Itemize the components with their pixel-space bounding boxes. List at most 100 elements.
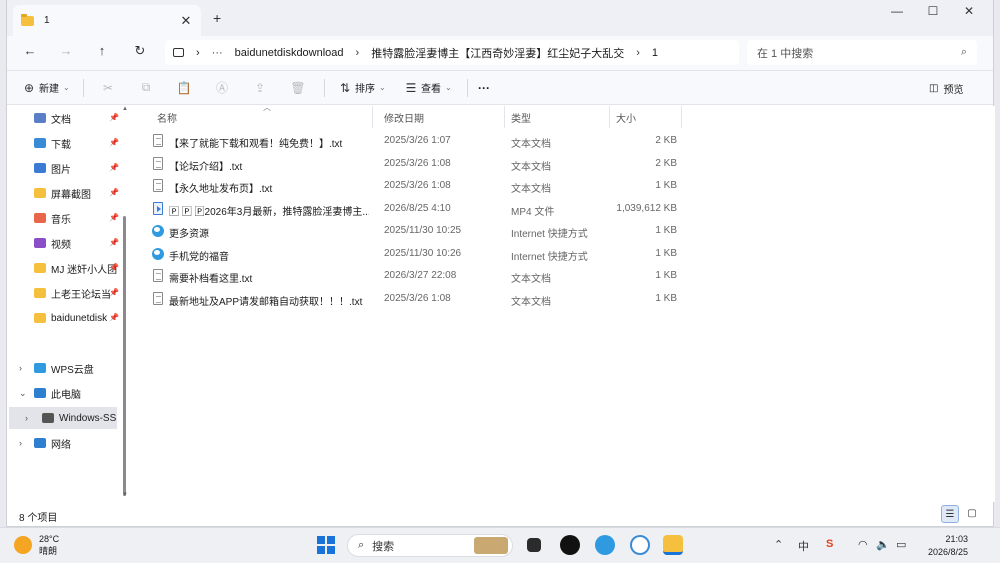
share-icon[interactable]: ⇪ [250, 81, 270, 95]
scroll-down-icon[interactable]: ▼ [122, 492, 128, 498]
sidebar-item[interactable]: 视频 📌 [7, 232, 119, 254]
chevron-down-icon: ⌄ [379, 83, 386, 92]
volume-icon[interactable]: 🔈 [876, 538, 890, 551]
cut-icon[interactable]: ✂ [98, 81, 118, 95]
app-icon[interactable] [527, 538, 541, 552]
delete-icon[interactable]: 🗑 [288, 81, 308, 95]
column-header-name[interactable]: 名称 [151, 106, 373, 128]
tab-1[interactable]: 1 ✕ [13, 5, 201, 36]
copy-icon[interactable]: ⧉ [136, 80, 156, 95]
tiles-view-button[interactable]: ▢ [963, 505, 981, 523]
file-type: 文本文档 [511, 161, 551, 173]
rename-icon[interactable]: Ⓐ [212, 79, 232, 96]
taskbar-search[interactable]: ⌕ 搜索 [347, 534, 513, 557]
scrollbar-thumb[interactable] [123, 216, 126, 496]
scroll-up-icon[interactable]: ▲ [122, 106, 128, 112]
file-type: 文本文档 [511, 184, 551, 195]
tray-chevron-up-icon[interactable]: ⌃ [774, 538, 783, 551]
search-input[interactable]: 在 1 中搜索 [757, 45, 961, 61]
file-row[interactable]: 最新地址及APP请发邮箱自动获取！！！.txt 2025/3/26 1:08 文本文… [145, 288, 705, 310]
file-type: 文本文档 [511, 139, 551, 150]
title-bar: 1 ✕ + — ☐ ✕ [7, 0, 993, 36]
forward-button[interactable]: → [57, 43, 75, 58]
column-header-type[interactable]: 类型 [505, 106, 610, 128]
sidebar-item[interactable]: 文档 📌 [7, 107, 119, 129]
sort-button[interactable]: ⇅ 排序 ⌄ [335, 80, 397, 96]
weather-widget[interactable]: 28°C 晴朗 [14, 533, 59, 557]
file-date: 2025/3/26 1:08 [384, 180, 451, 191]
breadcrumb-chevron-icon: › [636, 46, 640, 59]
tree-chevron-icon[interactable]: › [25, 413, 28, 423]
pin-icon: 📌 [109, 113, 119, 122]
sidebar-tree-item[interactable]: ⌄ 此电脑 [7, 382, 119, 404]
file-row[interactable]: 【论坛介绍】.txt 2025/3/26 1:08 文本文档 2 KB [145, 153, 705, 175]
network-icon [34, 438, 46, 448]
start-button[interactable] [316, 535, 336, 555]
search-icon: ⌕ [960, 46, 967, 58]
sidebar-item[interactable]: baidunetdisk 📌 [7, 307, 119, 329]
sidebar-tree-label: 网络 [51, 439, 71, 451]
more-options-button[interactable]: ··· [478, 81, 490, 95]
folder-icon [34, 188, 46, 198]
clock[interactable]: 21:03 2026/8/25 [920, 533, 968, 559]
back-button[interactable]: ← [21, 43, 39, 58]
ime-indicator[interactable]: 中 [798, 538, 809, 554]
wifi-icon[interactable]: ◠ [858, 538, 868, 551]
file-row[interactable]: 【来了就能下载和观看！纯免费！】.txt 2025/3/26 1:07 文本文档 2 … [145, 130, 705, 152]
file-row[interactable]: 更多资源 2025/11/30 10:25 Internet 快捷方式 1 KB [145, 220, 705, 242]
sidebar-item-label: MJ 迷奸小人团 [51, 264, 118, 276]
sidebar-tree-item[interactable]: › 网络 [7, 432, 119, 454]
sidebar-tree-item[interactable]: › Windows-SSD [9, 407, 117, 429]
search-box[interactable]: 在 1 中搜索 ⌕ [747, 40, 977, 65]
sidebar-item[interactable]: 下载 📌 [7, 132, 119, 154]
sidebar-tree-item[interactable]: › WPS云盘 [7, 357, 119, 379]
tree-chevron-icon[interactable]: › [19, 363, 22, 373]
breadcrumb-item-parent-folder[interactable]: 推特露脸淫妻博主【江西奇妙淫妻】红尘妃子大乱交 [371, 45, 624, 61]
breadcrumb-item-current-folder[interactable]: 1 [652, 47, 658, 59]
file-row[interactable]: 手机党的福音 2025/11/30 10:26 Internet 快捷方式 1 KB [145, 243, 705, 265]
new-tab-button[interactable]: + [213, 10, 221, 26]
battery-icon[interactable]: ▭ [896, 538, 906, 551]
column-header-size[interactable]: 大小 [610, 106, 682, 128]
file-size: 1 KB [655, 180, 677, 191]
file-explorer-taskbar-icon[interactable] [663, 535, 683, 555]
sogou-ime-icon[interactable]: S [826, 538, 833, 550]
baidu-netdisk-icon[interactable] [630, 535, 650, 555]
close-window-button[interactable]: ✕ [959, 4, 979, 18]
preview-button[interactable]: ◫ 预览 [929, 81, 963, 96]
up-button[interactable]: ↑ [93, 43, 111, 58]
tree-chevron-icon[interactable]: ⌄ [19, 388, 27, 399]
tree-chevron-icon[interactable]: › [19, 438, 22, 448]
pin-icon: 📌 [109, 238, 119, 247]
file-row[interactable]: 需要补档看这里.txt 2026/3/27 22:08 文本文档 1 KB [145, 265, 705, 287]
browser-icon[interactable] [595, 535, 615, 555]
file-type: 文本文档 [511, 296, 551, 308]
paste-icon[interactable]: 📋 [174, 81, 194, 95]
maximize-button[interactable]: ☐ [923, 4, 943, 18]
breadcrumb-item-baidunetdiskdownload[interactable]: baidunetdiskdownload [235, 47, 344, 59]
column-header-date[interactable]: 修改日期 [378, 106, 505, 128]
file-row[interactable]: 【永久地址发布页】.txt 2025/3/26 1:08 文本文档 1 KB [145, 175, 705, 197]
clock-time: 21:03 [945, 534, 968, 544]
qq-icon[interactable] [560, 535, 580, 555]
sidebar-item[interactable]: MJ 迷奸小人团 📌 [7, 257, 119, 279]
refresh-button[interactable]: ↻ [131, 43, 149, 59]
txt-file-icon [153, 156, 163, 170]
file-row[interactable]: 🄿 🄿 🄿2026年3月最新，推特露脸淫妻博主... 2026/8/25 4:10… [145, 198, 705, 220]
sidebar-tree-label: Windows-SSD [59, 412, 117, 424]
sidebar-item[interactable]: 音乐 📌 [7, 207, 119, 229]
details-view-button[interactable]: ☰ [941, 505, 959, 523]
breadcrumb-more-button[interactable]: ··· [212, 47, 223, 59]
taskbar-search-label: 搜索 [372, 540, 395, 553]
sidebar-item[interactable]: 屏幕截图 📌 [7, 182, 119, 204]
sidebar-item[interactable]: 上老王论坛当 📌 [7, 282, 119, 304]
close-tab-icon[interactable]: ✕ [179, 13, 193, 29]
sidebar-scrollbar[interactable]: ▲ ▼ [122, 106, 128, 502]
address-bar[interactable]: › ··· baidunetdiskdownload › 推特露脸淫妻博主【江西… [165, 40, 739, 65]
new-button[interactable]: ⊕ 新建 ⌄ [19, 80, 83, 96]
view-button[interactable]: ☰ 查看 ⌄ [401, 80, 467, 96]
file-type: Internet 快捷方式 [511, 229, 588, 240]
file-size: 1 KB [655, 292, 677, 304]
sidebar-item[interactable]: 图片 📌 [7, 157, 119, 179]
minimize-button[interactable]: — [887, 4, 907, 18]
